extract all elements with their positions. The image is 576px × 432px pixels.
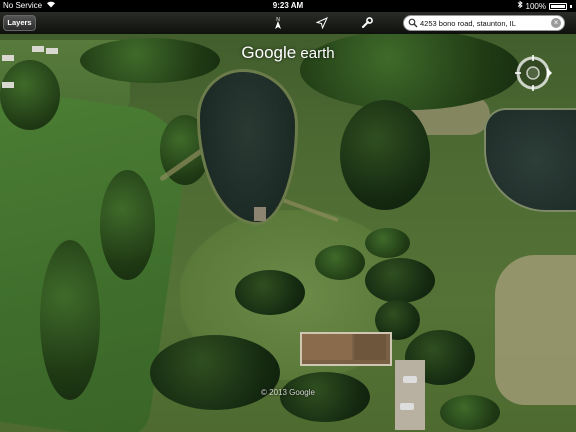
tree-cluster <box>315 245 365 280</box>
logo-google-text: Google <box>241 43 297 62</box>
battery-tip <box>570 5 572 8</box>
clock: 9:23 AM <box>272 1 304 10</box>
tree-cluster <box>235 270 305 315</box>
copyright-text: © 2013 Google <box>261 388 315 397</box>
tree-cluster <box>0 60 60 130</box>
search-icon <box>408 18 418 28</box>
clear-icon[interactable]: × <box>551 18 561 28</box>
google-earth-logo: Google earth <box>0 43 576 63</box>
satellite-map[interactable] <box>0 0 576 432</box>
tree-cluster <box>300 30 520 110</box>
pond <box>200 72 295 222</box>
logo-earth-text: earth <box>300 45 335 62</box>
tree-line <box>40 240 100 400</box>
status-bar: No Service 9:23 AM 100% <box>0 0 576 12</box>
pond <box>486 110 576 210</box>
tree-cluster <box>340 100 430 210</box>
house-roof <box>354 334 386 360</box>
tree-cluster <box>365 228 410 258</box>
compass-icon[interactable] <box>514 54 552 92</box>
north-arrow-icon[interactable]: N <box>270 15 286 31</box>
tree-cluster <box>365 258 435 303</box>
toolbar: Layers N × <box>0 12 576 34</box>
dock <box>254 207 266 221</box>
car <box>400 403 414 410</box>
tree-cluster <box>150 335 280 410</box>
search-field[interactable]: × <box>403 15 565 31</box>
tree-cluster <box>280 372 370 422</box>
tree-cluster <box>440 395 500 430</box>
bare-ground <box>495 255 576 405</box>
tree-line <box>100 170 155 280</box>
battery-icon <box>549 3 567 10</box>
wrench-icon[interactable] <box>359 15 375 31</box>
layers-button[interactable]: Layers <box>3 15 36 31</box>
search-input[interactable] <box>419 16 550 30</box>
car <box>403 376 417 383</box>
location-arrow-icon[interactable] <box>314 15 330 31</box>
shed <box>2 82 14 88</box>
house-roof <box>302 334 352 360</box>
battery-percent: 100% <box>525 1 546 11</box>
